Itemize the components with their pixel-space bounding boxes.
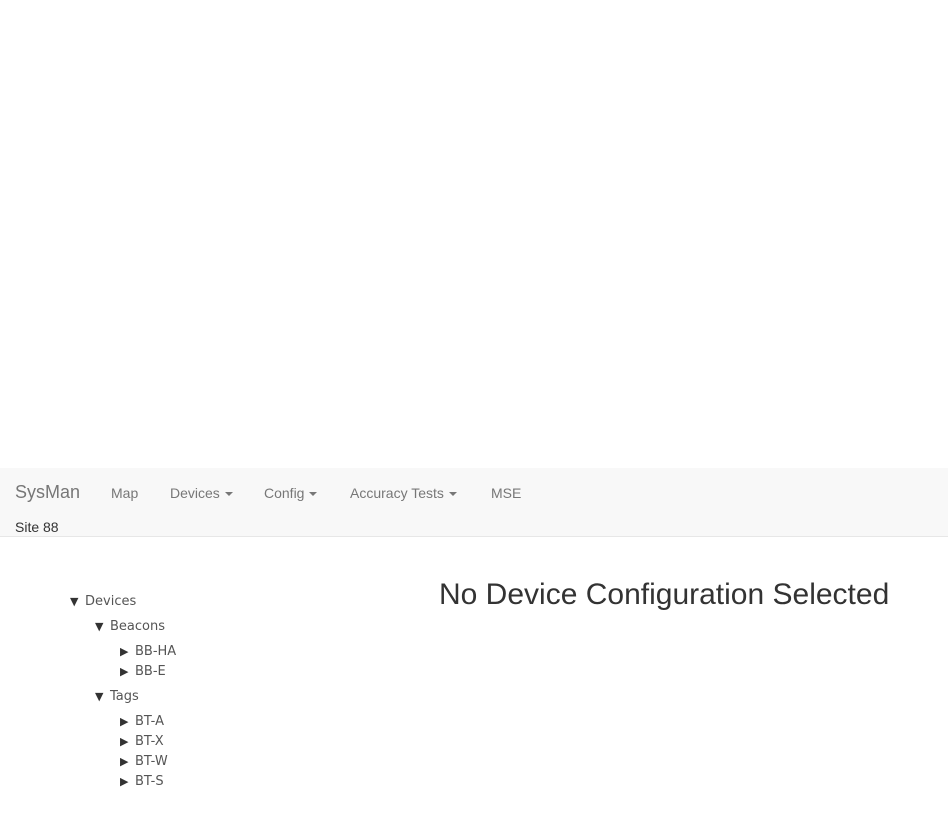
tree-leaf-label: BT-A	[135, 714, 164, 729]
triangle-right-icon: ▶	[120, 735, 129, 748]
nav-item-devices[interactable]: Devices	[170, 485, 233, 501]
triangle-right-icon: ▶	[120, 775, 129, 788]
tree-leaf-bt-s[interactable]: ▶ BT-S	[120, 774, 164, 790]
triangle-right-icon: ▶	[120, 755, 129, 768]
triangle-right-icon: ▶	[120, 645, 129, 658]
navbar: SysMan Map Devices Config Accuracy Tests…	[0, 468, 948, 537]
nav-item-label: Config	[264, 485, 305, 501]
page: SysMan Map Devices Config Accuracy Tests…	[0, 0, 948, 830]
nav-item-label: Accuracy Tests	[350, 485, 444, 501]
tree-node-label: Tags	[110, 689, 139, 704]
tree-leaf-bb-e[interactable]: ▶ BB-E	[120, 664, 166, 680]
triangle-down-icon: ▼	[95, 690, 104, 703]
nav-item-map[interactable]: Map	[111, 485, 138, 501]
tree-leaf-bb-ha[interactable]: ▶ BB-HA	[120, 644, 176, 660]
nav-item-mse[interactable]: MSE	[491, 485, 521, 501]
nav-item-accuracy-tests[interactable]: Accuracy Tests	[350, 485, 457, 501]
caret-down-icon	[448, 492, 457, 497]
tree-leaf-bt-a[interactable]: ▶ BT-A	[120, 714, 164, 730]
tree-node-label: Devices	[85, 594, 137, 609]
tree-leaf-label: BT-X	[135, 734, 164, 749]
tree-node-label: Beacons	[110, 619, 165, 634]
tree-node-devices[interactable]: ▼ Devices	[70, 594, 136, 610]
nav-item-label: Map	[111, 485, 139, 501]
caret-down-icon	[309, 492, 318, 497]
tree-leaf-bt-x[interactable]: ▶ BT-X	[120, 734, 164, 750]
nav-item-label: Devices	[170, 485, 220, 501]
triangle-down-icon: ▼	[95, 620, 104, 633]
nav-item-config[interactable]: Config	[264, 485, 318, 501]
tree-node-tags[interactable]: ▼ Tags	[95, 689, 139, 705]
caret-down-icon	[224, 492, 233, 497]
triangle-down-icon: ▼	[70, 595, 79, 608]
brand-link[interactable]: SysMan	[15, 482, 80, 503]
page-title: No Device Configuration Selected	[439, 578, 890, 611]
tree-leaf-bt-w[interactable]: ▶ BT-W	[120, 754, 168, 770]
tree-leaf-label: BT-S	[135, 774, 164, 789]
nav-item-label: MSE	[491, 485, 522, 501]
tree-leaf-label: BB-E	[135, 664, 166, 679]
triangle-right-icon: ▶	[120, 665, 129, 678]
site-label: Site 88	[15, 519, 59, 535]
tree-leaf-label: BT-W	[135, 754, 168, 769]
triangle-right-icon: ▶	[120, 715, 129, 728]
tree-leaf-label: BB-HA	[135, 644, 177, 659]
tree-node-beacons[interactable]: ▼ Beacons	[95, 619, 165, 635]
